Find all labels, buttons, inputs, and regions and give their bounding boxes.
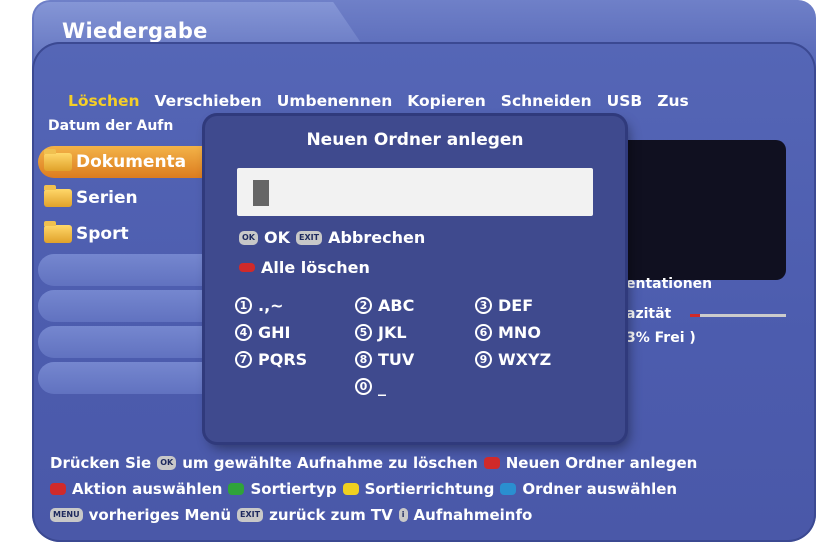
help-text: Ordner auswählen: [522, 480, 678, 498]
help-text: Drücken Sie: [50, 454, 152, 472]
capacity-fill: [690, 314, 700, 317]
help-text: um gewählte Aufnahme zu löschen: [182, 454, 478, 472]
red-key-icon: [483, 457, 500, 469]
capacity-bar: [690, 314, 786, 317]
folder-icon: [44, 149, 72, 171]
key-number-icon: 7: [235, 351, 252, 368]
key-number-icon: 6: [475, 324, 492, 341]
menu-item-zus[interactable]: Zus: [657, 92, 689, 110]
menu-item-verschieben[interactable]: Verschieben: [155, 92, 262, 110]
key-3[interactable]: 3 DEF: [475, 296, 595, 315]
menu-item-kopieren[interactable]: Kopieren: [407, 92, 486, 110]
help-row-1: Drücken Sie OK um gewählte Aufnahme zu l…: [50, 450, 697, 476]
key-9[interactable]: 9 WXYZ: [475, 350, 595, 369]
key-number-icon: 3: [475, 297, 492, 314]
key-2[interactable]: 2 ABC: [355, 296, 475, 315]
key-chars: MNO: [498, 323, 541, 342]
keypad: 1 .,~ 2 ABC 3 DEF 4 GHI 5 JKL 6 MNO 7 PQRS 8 TUV…: [235, 296, 595, 396]
folder-icon: [44, 221, 72, 243]
menu-item-schneiden[interactable]: Schneiden: [501, 92, 592, 110]
key-0[interactable]: 0 _: [355, 377, 475, 396]
help-text: zurück zum TV: [269, 506, 393, 524]
dialog-title: Neuen Ordner anlegen: [306, 130, 524, 150]
key-1[interactable]: 1 .,~: [235, 296, 355, 315]
key-chars: .,~: [258, 296, 284, 315]
menu-item-usb[interactable]: USB: [607, 92, 643, 110]
key-number-icon: 4: [235, 324, 252, 341]
folder-icon: [44, 185, 72, 207]
key-number-icon: 9: [475, 351, 492, 368]
key-5[interactable]: 5 JKL: [355, 323, 475, 342]
help-text: Aktion auswählen: [72, 480, 223, 498]
key-chars: DEF: [498, 296, 534, 315]
info-key-icon: i: [398, 508, 408, 522]
menu-key-icon: MENU: [50, 508, 83, 522]
preview-label: entationen: [626, 276, 713, 292]
help-text: Sortierrichtung: [364, 480, 495, 498]
key-chars: _: [378, 377, 386, 396]
help-text: Sortiertyp: [250, 480, 337, 498]
key-chars: GHI: [258, 323, 291, 342]
yellow-key-icon: [342, 483, 359, 495]
clear-all-button[interactable]: Alle löschen: [261, 258, 370, 277]
key-chars: JKL: [378, 323, 407, 342]
folder-name-input[interactable]: [237, 168, 593, 216]
key-7[interactable]: 7 PQRS: [235, 350, 355, 369]
free-label: 3% Frei ): [626, 330, 696, 346]
ok-key-icon: OK: [239, 230, 258, 245]
new-folder-dialog: Neuen Ordner anlegen OK OK EXIT Abbreche…: [205, 116, 625, 442]
list-item-label: Serien: [76, 188, 138, 208]
key-number-icon: 5: [355, 324, 372, 341]
red-key-icon: [239, 263, 255, 272]
key-number-icon: 1: [235, 297, 252, 314]
clear-all-row: Alle löschen: [239, 258, 370, 277]
dialog-buttons: OK OK EXIT Abbrechen: [239, 228, 425, 247]
menu-item-loeschen[interactable]: Löschen: [68, 92, 140, 110]
blue-key-icon: [500, 483, 517, 495]
key-chars: PQRS: [258, 350, 308, 369]
key-6[interactable]: 6 MNO: [475, 323, 595, 342]
exit-key-icon: EXIT: [237, 508, 264, 522]
key-8[interactable]: 8 TUV: [355, 350, 475, 369]
cancel-button[interactable]: Abbrechen: [328, 228, 425, 247]
capacity-label: azität: [626, 306, 672, 322]
list-item-label: Dokumenta: [76, 152, 187, 172]
help-text: Aufnahmeinfo: [413, 506, 533, 524]
green-key-icon: [228, 483, 245, 495]
help-text: vorheriges Menü: [88, 506, 232, 524]
text-cursor: [253, 180, 269, 206]
key-4[interactable]: 4 GHI: [235, 323, 355, 342]
menu-item-umbenennen[interactable]: Umbenennen: [277, 92, 393, 110]
page-title: Wiedergabe: [62, 19, 208, 43]
ok-key-icon: OK: [157, 456, 177, 470]
list-header: Datum der Aufn: [48, 118, 174, 134]
key-number-icon: 8: [355, 351, 372, 368]
ok-button[interactable]: OK: [264, 228, 290, 247]
help-row-2: Aktion auswählen Sortiertyp Sortierricht…: [50, 476, 697, 502]
key-number-icon: 0: [355, 378, 372, 395]
key-chars: TUV: [378, 350, 415, 369]
key-number-icon: 2: [355, 297, 372, 314]
help-row-3: MENU vorheriges Menü EXIT zurück zum TV …: [50, 502, 697, 528]
list-item-label: Sport: [76, 224, 129, 244]
red-key-icon: [50, 483, 66, 495]
exit-key-icon: EXIT: [296, 230, 323, 245]
preview-window: [610, 140, 786, 280]
help-text: Neuen Ordner anlegen: [505, 454, 698, 472]
key-chars: ABC: [378, 296, 415, 315]
key-chars: WXYZ: [498, 350, 552, 369]
help-bar: Drücken Sie OK um gewählte Aufnahme zu l…: [50, 450, 697, 528]
